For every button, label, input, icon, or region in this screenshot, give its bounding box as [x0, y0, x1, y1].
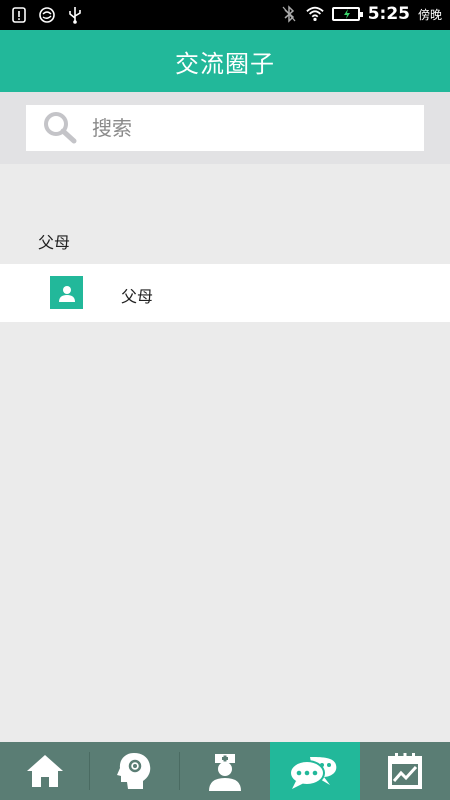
nurse-icon: [209, 754, 241, 791]
section-header: 父母: [38, 233, 71, 252]
chart-checklist-icon: [388, 753, 422, 789]
tab-home[interactable]: [0, 742, 90, 800]
list-item-label: 父母: [121, 287, 154, 306]
search-input[interactable]: [92, 116, 392, 140]
status-left-icons: [10, 6, 84, 24]
status-period: 傍晚: [417, 7, 442, 22]
page-title: 交流圈子: [175, 49, 275, 78]
wifi-icon: [305, 6, 324, 22]
search-bar: [0, 92, 450, 164]
status-time: 5:25: [367, 4, 410, 24]
tab-chat[interactable]: [270, 742, 360, 800]
status-right-icons: 5:25 傍晚: [280, 4, 442, 24]
list-item[interactable]: 父母: [0, 264, 450, 322]
tab-doctor[interactable]: [180, 742, 270, 800]
battery-charging-icon: [331, 7, 363, 21]
bottom-tab-bar: [0, 742, 450, 800]
status-bar: 5:25 傍晚: [0, 0, 450, 30]
user-icon: [50, 276, 83, 309]
sync-icon: [39, 7, 55, 23]
bluetooth-off-icon: [282, 5, 296, 23]
chat-bubbles-icon: [289, 757, 337, 789]
head-profile-icon: [117, 753, 151, 789]
tab-profile[interactable]: [90, 742, 180, 800]
search-box[interactable]: [26, 105, 424, 151]
app-header: 交流圈子: [0, 30, 450, 92]
tab-records[interactable]: [360, 742, 450, 800]
usb-icon: [69, 7, 81, 24]
home-icon: [27, 755, 63, 787]
search-icon: [44, 112, 77, 144]
notification-icon: [12, 7, 26, 23]
